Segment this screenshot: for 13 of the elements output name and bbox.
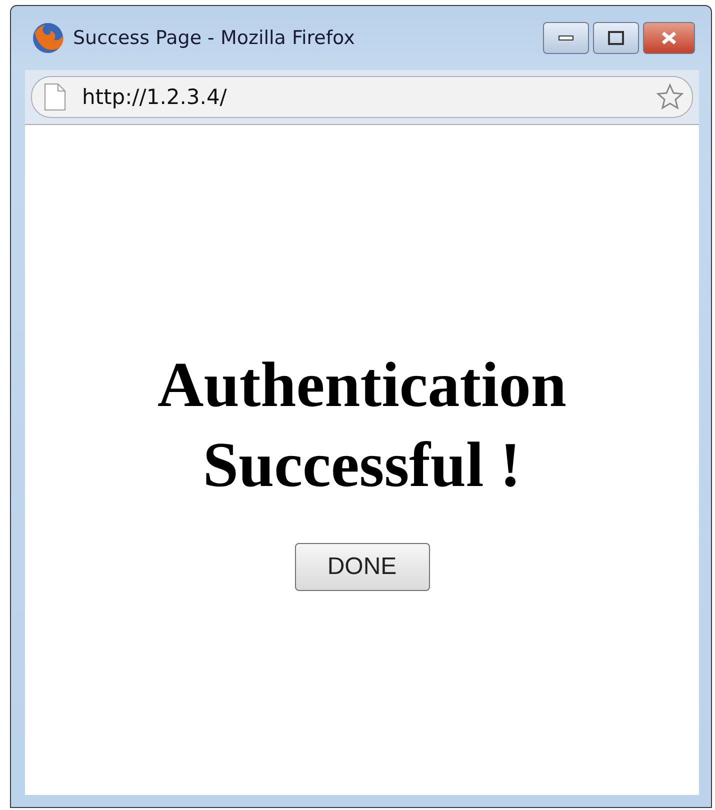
page-heading: Authentication Successful ! [156, 348, 568, 502]
minimize-icon [558, 35, 574, 41]
page-icon [44, 83, 66, 111]
close-icon [660, 31, 678, 45]
done-button[interactable]: DONE [294, 543, 430, 591]
star-icon[interactable] [656, 83, 684, 111]
address-bar[interactable]: http://1.2.3.4/ [31, 76, 693, 118]
window-title: Success Page - Mozilla Firefox [73, 27, 356, 49]
close-button[interactable] [643, 22, 695, 54]
maximize-button[interactable] [593, 22, 639, 54]
browser-logo-icon [31, 21, 65, 55]
minimize-button[interactable] [543, 22, 589, 54]
maximize-icon [608, 31, 624, 45]
